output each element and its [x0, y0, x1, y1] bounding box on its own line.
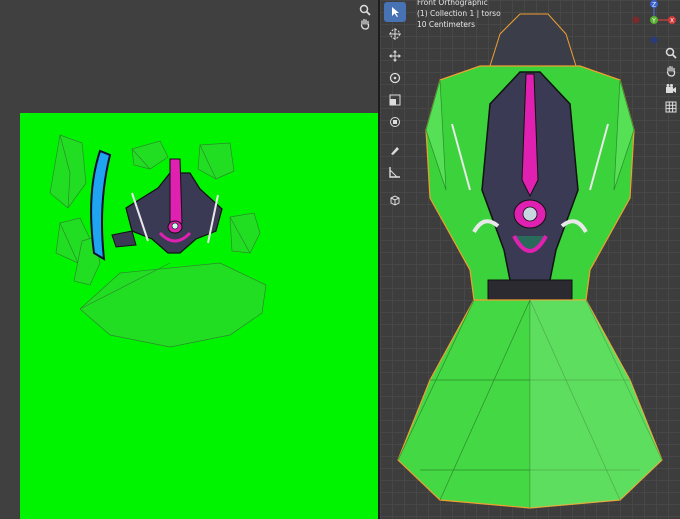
tool-scale[interactable]	[384, 90, 406, 110]
uv-texture-canvas[interactable]	[20, 113, 378, 519]
uv-side-panel	[90, 149, 112, 261]
scale-icon	[389, 94, 401, 106]
move-icon	[389, 50, 401, 62]
camera-icon	[666, 84, 676, 93]
uv-pan-button[interactable]	[355, 14, 375, 34]
hand-pan-icon	[360, 18, 370, 30]
uv-island	[197, 142, 235, 180]
hand-pan-icon	[666, 65, 676, 77]
tool-rotate[interactable]	[384, 68, 406, 88]
measure-icon	[389, 167, 400, 178]
tool-add-cube[interactable]	[384, 190, 406, 210]
uv-island	[79, 262, 267, 348]
annotate-icon	[391, 147, 399, 155]
tool-annotate[interactable]	[384, 140, 406, 160]
gizmo-neg-x[interactable]	[632, 16, 640, 24]
view-name: Front Orthographic	[417, 0, 488, 7]
svg-text:Y: Y	[651, 18, 656, 25]
3d-viewport[interactable]: Front Orthographic (1) Collection 1 | to…	[380, 0, 680, 519]
select-cursor-icon	[392, 7, 399, 17]
tool-select[interactable]	[384, 2, 406, 22]
3d-cursor-icon	[389, 28, 401, 40]
waist-band	[487, 279, 573, 301]
viewport-camera-button[interactable]	[662, 80, 680, 98]
rotate-icon	[389, 72, 401, 84]
navigation-gizmo[interactable]: Z X Y	[630, 0, 678, 46]
collection-label: (1) Collection 1 | torso	[417, 9, 501, 18]
tool-measure[interactable]	[384, 162, 406, 182]
viewport-info-overlay: Front Orthographic (1) Collection 1 | to…	[417, 0, 501, 30]
uv-editor	[0, 0, 378, 519]
tool-cursor[interactable]	[384, 24, 406, 44]
uv-layout	[49, 134, 267, 348]
zoom-icon	[665, 47, 677, 59]
grid-icon	[665, 101, 677, 113]
torso-mesh	[397, 13, 663, 509]
scale-label: 10 Centimeters	[417, 20, 476, 29]
tool-shelf	[384, 0, 408, 212]
add-cube-icon	[390, 195, 400, 206]
svg-text:X: X	[670, 18, 674, 25]
uv-island	[229, 212, 261, 254]
viewport-grid-button[interactable]	[662, 98, 680, 116]
tool-transform[interactable]	[384, 112, 406, 132]
svg-text:Z: Z	[652, 2, 656, 9]
uv-island	[49, 134, 87, 209]
gizmo-neg-z[interactable]	[650, 36, 658, 44]
viewport-zoom-button[interactable]	[662, 44, 680, 62]
viewport-pan-button[interactable]	[662, 62, 680, 80]
tool-move[interactable]	[384, 46, 406, 66]
neck-part	[489, 13, 577, 67]
transform-icon	[390, 117, 400, 127]
